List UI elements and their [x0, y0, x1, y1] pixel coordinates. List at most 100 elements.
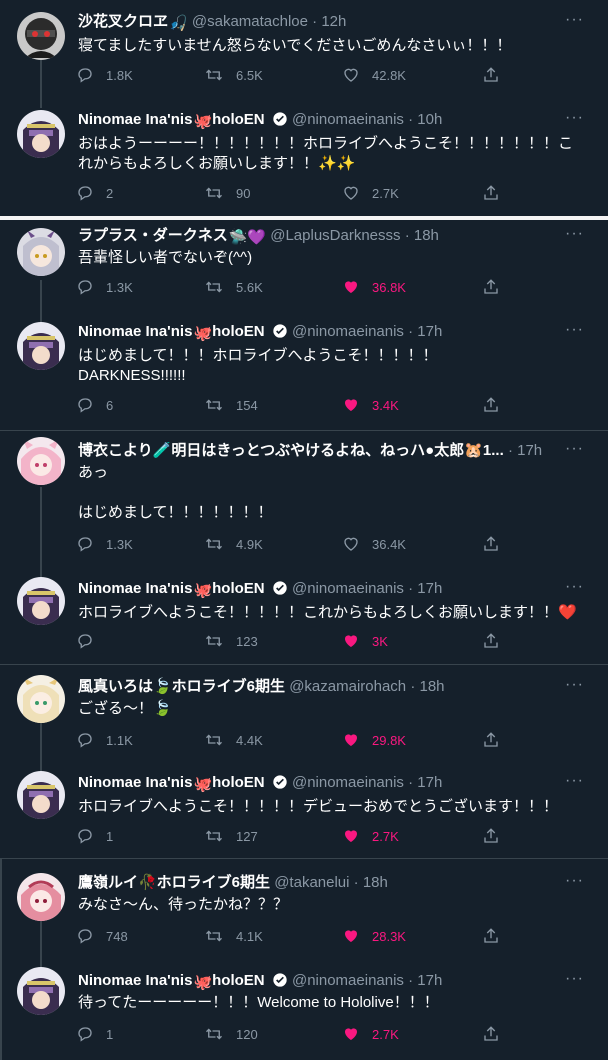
avatar[interactable]: [17, 110, 65, 158]
reply-button[interactable]: 748: [76, 927, 128, 945]
reply-button[interactable]: 1: [76, 1025, 113, 1043]
timestamp[interactable]: 18h: [414, 227, 439, 244]
display-name[interactable]: Ninomae Ina'nis: [78, 323, 192, 340]
display-name[interactable]: 鷹嶺ルイ🥀ホロライブ6期生: [78, 874, 270, 891]
more-icon[interactable]: ···: [565, 971, 584, 987]
like-button[interactable]: 3K: [342, 632, 388, 650]
tweet[interactable]: 鷹嶺ルイ🥀ホロライブ6期生 @takanelui · 18h ··· みなさ～ん…: [0, 859, 608, 957]
more-icon[interactable]: ···: [565, 322, 584, 338]
timestamp[interactable]: 17h: [417, 774, 442, 791]
retweet-button[interactable]: 4.9K: [204, 535, 263, 553]
display-name[interactable]: Ninomae Ina'nis: [78, 774, 192, 791]
retweet-button[interactable]: 120: [204, 1025, 258, 1043]
handle[interactable]: @LaplusDarknesss: [270, 227, 400, 244]
handle[interactable]: @sakamatachloe: [192, 13, 308, 30]
retweet-button[interactable]: 154: [204, 396, 258, 414]
retweet-button[interactable]: 127: [204, 827, 258, 845]
handle[interactable]: @ninomaeinanis: [292, 580, 404, 597]
retweet-button[interactable]: 4.1K: [204, 927, 263, 945]
display-name[interactable]: ラプラス・ダークネス: [78, 227, 228, 244]
tweet[interactable]: 風真いろは🍃ホロライブ6期生 @kazamairohach · 18h ··· …: [0, 665, 608, 763]
tweet[interactable]: Ninomae Ina'nis🐙holoEN @ninomaeinanis · …: [0, 571, 608, 669]
tweet[interactable]: 沙花叉クロヱ🎣 @sakamatachloe · 12h ··· 寝てましたすい…: [0, 0, 608, 98]
display-name[interactable]: Ninomae Ina'nis: [78, 111, 192, 128]
more-icon[interactable]: ···: [565, 677, 584, 693]
avatar[interactable]: [17, 12, 65, 60]
tweet[interactable]: Ninomae Ina'nis🐙holoEN @ninomaeinanis · …: [0, 957, 608, 1055]
reply-button[interactable]: 1: [76, 827, 113, 845]
retweet-button[interactable]: 5.6K: [204, 278, 263, 296]
share-button[interactable]: [482, 278, 512, 296]
display-name[interactable]: Ninomae Ina'nis: [78, 580, 192, 597]
share-button[interactable]: [482, 396, 512, 414]
reply-button[interactable]: 2: [76, 184, 113, 202]
avatar[interactable]: [17, 967, 65, 1015]
avatar[interactable]: [17, 322, 65, 370]
avatar[interactable]: [17, 437, 65, 485]
tweet[interactable]: ラプラス・ダークネス🛸💜 @LaplusDarknesss · 18h ··· …: [0, 220, 608, 318]
more-icon[interactable]: ···: [565, 12, 584, 28]
like-button[interactable]: 2.7K: [342, 1025, 399, 1043]
reply-button[interactable]: 6: [76, 396, 113, 414]
handle[interactable]: @takanelui: [274, 874, 349, 891]
avatar[interactable]: [17, 873, 65, 921]
like-button[interactable]: 29.8K: [342, 731, 406, 749]
like-button[interactable]: 28.3K: [342, 927, 406, 945]
retweet-button[interactable]: 123: [204, 632, 258, 650]
display-name[interactable]: 沙花叉クロヱ: [78, 13, 168, 30]
share-button[interactable]: [482, 632, 512, 650]
share-button[interactable]: [482, 827, 512, 845]
reply-button[interactable]: 1.1K: [76, 731, 133, 749]
timestamp[interactable]: 17h: [417, 972, 442, 989]
retweet-button[interactable]: 90: [204, 184, 250, 202]
avatar[interactable]: [17, 228, 65, 276]
share-button[interactable]: [482, 1025, 512, 1043]
share-button[interactable]: [482, 184, 512, 202]
share-button[interactable]: [482, 927, 512, 945]
handle[interactable]: @ninomaeinanis: [292, 323, 404, 340]
handle[interactable]: @ninomaeinanis: [292, 774, 404, 791]
more-icon[interactable]: ···: [565, 873, 584, 889]
reply-button[interactable]: [76, 632, 106, 650]
handle[interactable]: @ninomaeinanis: [292, 972, 404, 989]
retweet-button[interactable]: 4.4K: [204, 731, 263, 749]
timestamp[interactable]: 17h: [417, 580, 442, 597]
tweet[interactable]: Ninomae Ina'nis🐙holoEN @ninomaeinanis · …: [0, 316, 608, 414]
more-icon[interactable]: ···: [565, 773, 584, 789]
more-icon[interactable]: ···: [565, 441, 584, 457]
more-icon[interactable]: ···: [565, 226, 584, 242]
timestamp[interactable]: 17h: [517, 442, 542, 459]
avatar[interactable]: [17, 771, 65, 819]
tweet[interactable]: 博衣こより🧪明日はきっとつぶやけるよね、ねっハ●太郎🐹1... · 17h ··…: [0, 431, 608, 571]
like-button[interactable]: 42.8K: [342, 66, 406, 84]
reply-button[interactable]: 1.3K: [76, 535, 133, 553]
like-button[interactable]: 2.7K: [342, 827, 399, 845]
like-button[interactable]: 36.8K: [342, 278, 406, 296]
like-count: 2.7K: [372, 828, 399, 844]
display-name[interactable]: 博衣こより🧪明日はきっとつぶやけるよね、ねっハ●太郎🐹1...: [78, 442, 504, 459]
tweet[interactable]: Ninomae Ina'nis🐙holoEN @ninomaeinanis · …: [0, 98, 608, 201]
retweet-button[interactable]: 6.5K: [204, 66, 263, 84]
avatar[interactable]: [17, 675, 65, 723]
share-button[interactable]: [482, 535, 512, 553]
more-icon[interactable]: ···: [565, 110, 584, 126]
timestamp[interactable]: 18h: [363, 874, 388, 891]
timestamp[interactable]: 18h: [420, 678, 445, 695]
timestamp[interactable]: 12h: [321, 13, 346, 30]
share-button[interactable]: [482, 731, 512, 749]
handle[interactable]: @ninomaeinanis: [292, 111, 404, 128]
timestamp[interactable]: 17h: [417, 323, 442, 340]
handle[interactable]: @kazamairohach: [289, 678, 406, 695]
display-name[interactable]: 風真いろは🍃ホロライブ6期生: [78, 678, 285, 695]
tweet[interactable]: Ninomae Ina'nis🐙holoEN @ninomaeinanis · …: [0, 763, 608, 861]
share-button[interactable]: [482, 66, 512, 84]
reply-button[interactable]: 1.8K: [76, 66, 133, 84]
like-button[interactable]: 2.7K: [342, 184, 399, 202]
more-icon[interactable]: ···: [565, 579, 584, 595]
timestamp[interactable]: 10h: [417, 111, 442, 128]
avatar[interactable]: [17, 577, 65, 625]
reply-button[interactable]: 1.3K: [76, 278, 133, 296]
like-button[interactable]: 36.4K: [342, 535, 406, 553]
display-name[interactable]: Ninomae Ina'nis: [78, 972, 192, 989]
like-button[interactable]: 3.4K: [342, 396, 399, 414]
